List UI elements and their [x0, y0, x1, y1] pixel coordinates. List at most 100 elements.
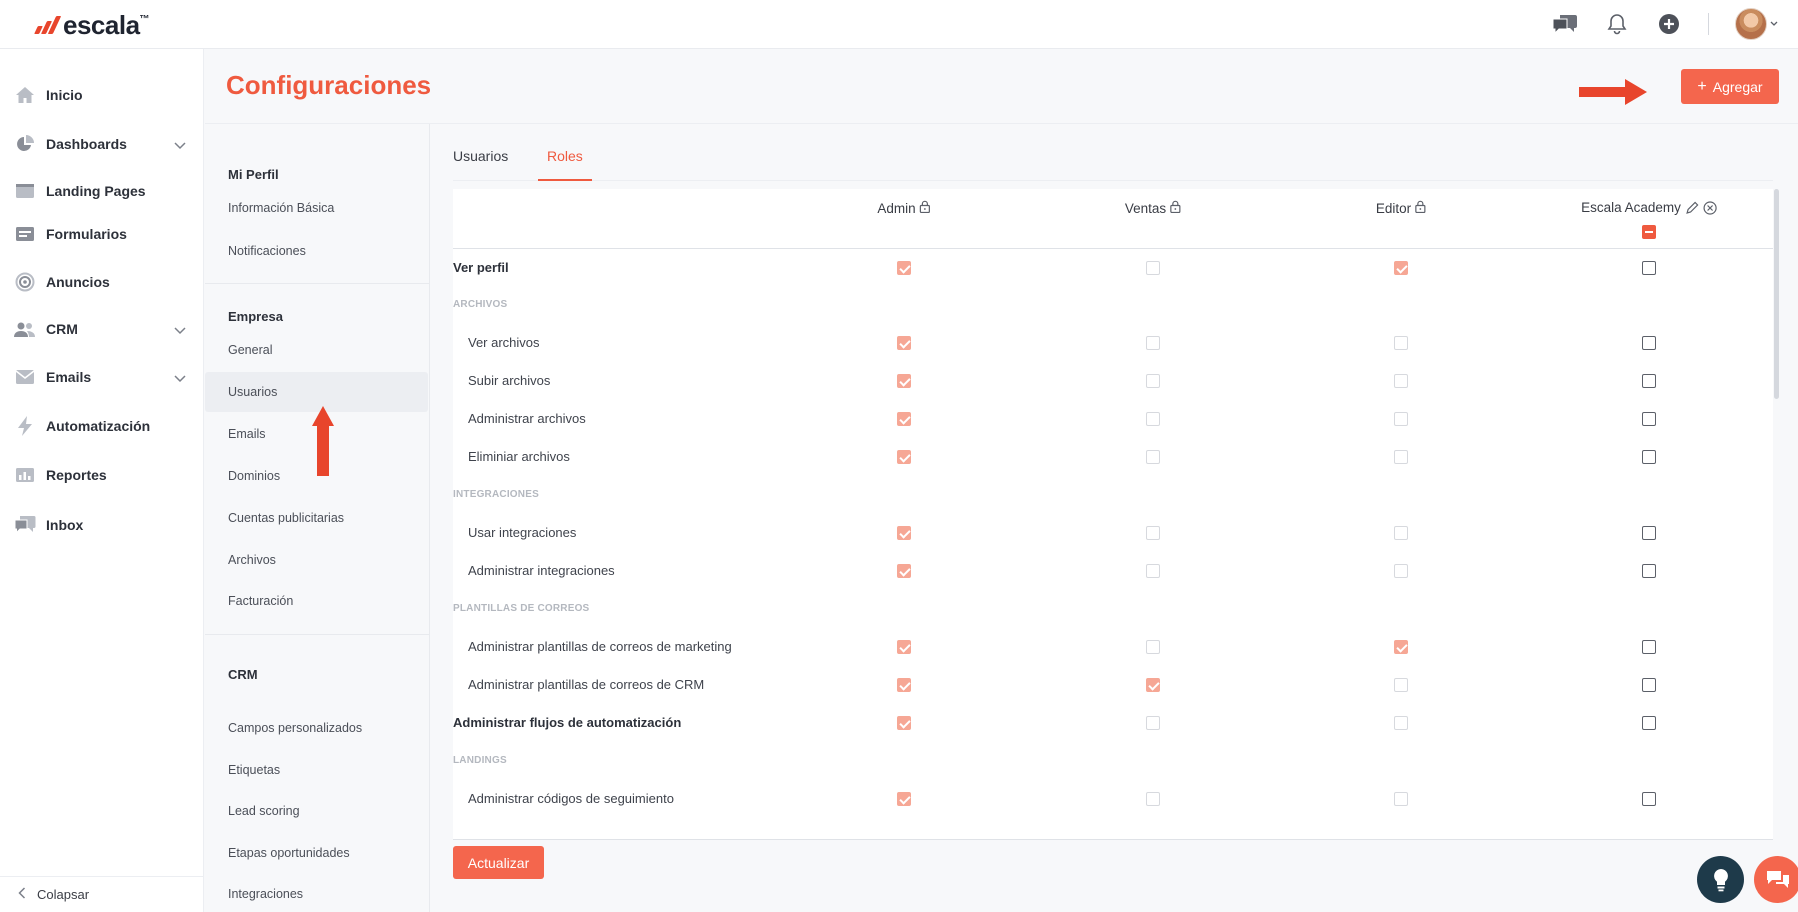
role-name: Admin	[877, 200, 916, 216]
sidebar-item-label: CRM	[46, 321, 78, 337]
permission-checkbox-ventas[interactable]	[1146, 716, 1160, 730]
remove-circle-icon[interactable]	[1703, 200, 1717, 215]
permission-checkbox-admin[interactable]	[897, 792, 911, 806]
plus-icon: +	[1697, 77, 1707, 95]
permission-checkbox-escala-academy[interactable]	[1642, 716, 1656, 730]
update-button[interactable]: Actualizar	[453, 846, 544, 879]
support-chat-icon[interactable]	[1754, 856, 1798, 903]
permission-row: Administrar plantillas de correos de mar…	[453, 628, 1773, 666]
lightbulb-icon[interactable]	[1697, 856, 1744, 903]
permission-checkbox-escala-academy[interactable]	[1642, 450, 1656, 464]
plus-circle-icon[interactable]	[1656, 11, 1682, 37]
permission-label: Subir archivos	[468, 373, 551, 388]
permission-checkbox-escala-academy[interactable]	[1642, 792, 1656, 806]
permission-label: Eliminiar archivos	[468, 449, 570, 464]
sidebar-item-emails[interactable]: Emails	[0, 357, 204, 397]
permission-checkbox-admin[interactable]	[897, 450, 911, 464]
submenu-item-facturacion[interactable]: Facturación	[205, 581, 428, 621]
sidebar-item-dashboards[interactable]: Dashboards	[0, 124, 204, 164]
form-icon	[14, 223, 36, 245]
collapse-button[interactable]: Colapsar	[0, 876, 204, 912]
role-name: Ventas	[1124, 200, 1167, 216]
permission-checkbox-ventas[interactable]	[1146, 261, 1160, 275]
submenu-item-lead-scoring[interactable]: Lead scoring	[205, 791, 428, 831]
permission-checkbox-editor[interactable]	[1394, 336, 1408, 350]
submenu-item-integraciones[interactable]: Integraciones	[205, 874, 428, 912]
permission-checkbox-admin[interactable]	[897, 678, 911, 692]
chat-bubbles-icon[interactable]	[1552, 11, 1578, 37]
permission-label: Administrar plantillas de correos de CRM	[468, 677, 705, 692]
sidebar-item-inbox[interactable]: Inbox	[0, 505, 204, 545]
permission-checkbox-editor[interactable]	[1394, 678, 1408, 692]
permission-checkbox-editor[interactable]	[1394, 261, 1408, 275]
sidebar-item-label: Emails	[46, 369, 92, 385]
submenu-item-cuentas-publicitarias[interactable]: Cuentas publicitarias	[205, 498, 428, 538]
permission-checkbox-escala-academy[interactable]	[1642, 526, 1656, 540]
permission-section-title: LANDINGS	[453, 755, 507, 766]
submenu-item-informacion-basica[interactable]: Información Básica	[205, 188, 428, 228]
sidebar-item-inicio[interactable]: Inicio	[0, 75, 204, 115]
permission-checkbox-admin[interactable]	[897, 336, 911, 350]
submenu-item-notificaciones[interactable]: Notificaciones	[205, 231, 428, 271]
permission-checkbox-escala-academy[interactable]	[1642, 640, 1656, 654]
permission-checkbox-admin[interactable]	[897, 412, 911, 426]
permission-checkbox-escala-academy[interactable]	[1642, 564, 1656, 578]
role-column-header: Ventas	[1125, 200, 1181, 216]
submenu-item-etapas-oportunidades[interactable]: Etapas oportunidades	[205, 833, 428, 873]
permission-checkbox-editor[interactable]	[1394, 412, 1408, 426]
permission-checkbox-escala-academy[interactable]	[1642, 336, 1656, 350]
add-button[interactable]: + Agregar	[1681, 69, 1779, 104]
permission-checkbox-ventas[interactable]	[1146, 412, 1160, 426]
sidebar-item-anuncios[interactable]: Anuncios	[0, 262, 204, 302]
permission-checkbox-escala-academy[interactable]	[1642, 412, 1656, 426]
select-all-toggle[interactable]	[1642, 225, 1656, 239]
sidebar-item-label: Anuncios	[46, 274, 110, 290]
permissions-table: Admin Ventas Editor Escala Academy Ver perf…	[453, 189, 1773, 839]
scrollbar[interactable]	[1774, 189, 1779, 399]
permission-checkbox-ventas[interactable]	[1146, 374, 1160, 388]
submenu-item-general[interactable]: General	[205, 330, 428, 370]
sidebar-item-automatizacion[interactable]: Automatización	[0, 406, 204, 446]
pencil-icon[interactable]	[1685, 201, 1699, 215]
sidebar-item-formularios[interactable]: Formularios	[0, 214, 204, 254]
user-menu[interactable]	[1735, 8, 1778, 40]
sidebar-item-landing-pages[interactable]: Landing Pages	[0, 171, 204, 211]
permission-checkbox-admin[interactable]	[897, 716, 911, 730]
permission-checkbox-escala-academy[interactable]	[1642, 678, 1656, 692]
sidebar-item-crm[interactable]: CRM	[0, 309, 204, 349]
role-name: Escala Academy	[1581, 200, 1681, 215]
permission-checkbox-admin[interactable]	[897, 374, 911, 388]
lock-icon	[1415, 200, 1426, 216]
tab-roles[interactable]: Roles	[538, 148, 592, 181]
sidebar-item-reportes[interactable]: Reportes	[0, 455, 204, 495]
permission-checkbox-editor[interactable]	[1394, 792, 1408, 806]
permission-checkbox-ventas[interactable]	[1146, 640, 1160, 654]
permission-checkbox-ventas[interactable]	[1146, 450, 1160, 464]
permission-checkbox-editor[interactable]	[1394, 526, 1408, 540]
permission-label: Ver perfil	[453, 260, 509, 275]
permission-checkbox-ventas[interactable]	[1146, 678, 1160, 692]
permission-checkbox-admin[interactable]	[897, 526, 911, 540]
submenu-item-etiquetas[interactable]: Etiquetas	[205, 750, 428, 790]
roles-panel: Usuarios Roles Admin Ventas Editor Escala Ac…	[430, 124, 1798, 912]
permission-checkbox-escala-academy[interactable]	[1642, 374, 1656, 388]
bell-icon[interactable]	[1604, 11, 1630, 37]
permission-checkbox-escala-academy[interactable]	[1642, 261, 1656, 275]
logo[interactable]: escala ™	[34, 10, 150, 40]
permission-checkbox-editor[interactable]	[1394, 374, 1408, 388]
permission-checkbox-ventas[interactable]	[1146, 564, 1160, 578]
permission-checkbox-ventas[interactable]	[1146, 336, 1160, 350]
permission-checkbox-admin[interactable]	[897, 640, 911, 654]
permission-checkbox-ventas[interactable]	[1146, 792, 1160, 806]
permission-checkbox-admin[interactable]	[897, 564, 911, 578]
tab-usuarios[interactable]: Usuarios	[453, 148, 508, 181]
permission-checkbox-editor[interactable]	[1394, 640, 1408, 654]
permission-checkbox-admin[interactable]	[897, 261, 911, 275]
role-column-header: Escala Academy	[1581, 200, 1717, 215]
permission-checkbox-editor[interactable]	[1394, 564, 1408, 578]
permission-checkbox-ventas[interactable]	[1146, 526, 1160, 540]
submenu-item-campos-personalizados[interactable]: Campos personalizados	[205, 708, 428, 748]
permission-checkbox-editor[interactable]	[1394, 716, 1408, 730]
submenu-item-archivos[interactable]: Archivos	[205, 540, 428, 580]
permission-checkbox-editor[interactable]	[1394, 450, 1408, 464]
